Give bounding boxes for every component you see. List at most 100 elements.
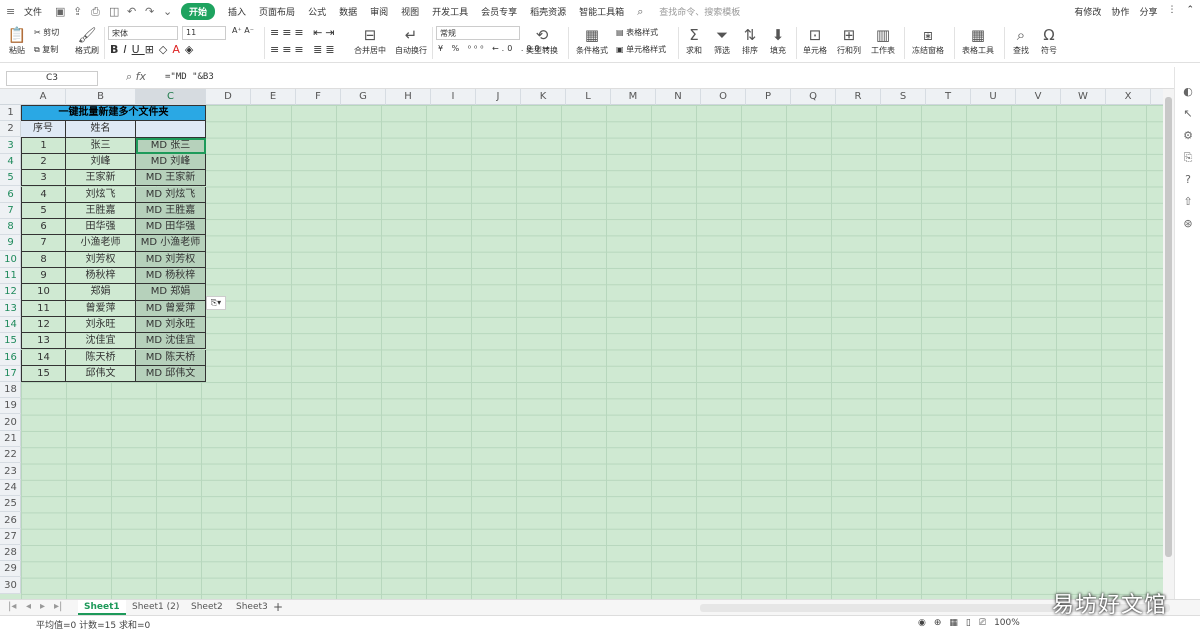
column-header-b[interactable]: B <box>66 89 136 105</box>
worksheet-button[interactable]: ▥ 工作表 <box>868 25 898 56</box>
cell-no[interactable]: 14 <box>21 349 66 366</box>
formula-input[interactable]: ="MD "&B3 <box>165 72 214 82</box>
tag-icon[interactable]: ⊛ <box>1181 217 1195 231</box>
cell-no[interactable]: 15 <box>21 365 66 383</box>
column-header-v[interactable]: V <box>1016 89 1061 105</box>
add-sheet-icon[interactable]: + <box>273 600 283 615</box>
normal-view-icon[interactable]: ▦ <box>949 618 958 628</box>
tab-member[interactable]: 会员专享 <box>481 5 517 18</box>
column-header-x[interactable]: X <box>1106 89 1151 105</box>
command-search[interactable]: 查找命令、搜索模板 <box>659 5 740 18</box>
collapse-ribbon-icon[interactable]: ⌃ <box>1186 5 1194 18</box>
clear-icon[interactable]: ◈ <box>185 43 198 56</box>
row-header-13[interactable]: 13 <box>0 301 21 317</box>
font-grow-icon[interactable]: A⁺ A⁻ <box>232 26 254 35</box>
zoom-icon[interactable]: ⌕ <box>126 70 132 83</box>
row-header-3[interactable]: 3 <box>0 138 21 154</box>
row-header-9[interactable]: 9 <box>0 235 21 252</box>
row-header-10[interactable]: 10 <box>0 252 21 268</box>
zoom-level[interactable]: 100% <box>994 618 1020 628</box>
fill-button[interactable]: ⬇ 填充 <box>766 25 790 56</box>
tab-review[interactable]: 审阅 <box>370 5 388 18</box>
symbol-button[interactable]: Ω 符号 <box>1036 25 1062 56</box>
cell-name[interactable]: 刘芳权 <box>66 251 136 268</box>
cell-md-command[interactable]: MD 陈天桥 <box>136 349 206 366</box>
row-header-8[interactable]: 8 <box>0 219 21 236</box>
column-header-f[interactable]: F <box>296 89 341 105</box>
cell-name[interactable]: 陈天桥 <box>66 349 136 366</box>
save-icon[interactable]: ▣ <box>55 5 67 18</box>
wrap-text-button[interactable]: ↵ 自动换行 <box>394 25 428 56</box>
find-button[interactable]: ⌕ 查找 <box>1008 25 1034 56</box>
cell-style-button[interactable]: ▣ 单元格样式 <box>616 44 666 55</box>
row-header-18[interactable]: 18 <box>0 382 21 399</box>
row-header-1[interactable]: 1 <box>0 105 21 121</box>
paste-button[interactable]: 📋 粘贴 <box>6 25 28 56</box>
cell-name[interactable]: 王家新 <box>66 170 136 187</box>
header-name[interactable]: 姓名 <box>66 121 136 138</box>
row-header-19[interactable]: 19 <box>0 398 21 415</box>
preview-icon[interactable]: ◫ <box>109 5 121 18</box>
cell-no[interactable]: 10 <box>21 284 66 301</box>
format-painter-button[interactable]: 🖌 格式刷 <box>74 25 100 56</box>
select-icon[interactable]: ↖ <box>1181 107 1195 121</box>
share-icon[interactable]: ⇧ <box>1181 195 1195 209</box>
help-icon[interactable]: ? <box>1181 173 1195 187</box>
cell-md-command[interactable]: MD 刘炫飞 <box>136 186 206 203</box>
font-color-icon[interactable]: A <box>172 43 185 56</box>
row-header-11[interactable]: 11 <box>0 268 21 284</box>
cell-no[interactable]: 7 <box>21 235 66 252</box>
column-header-i[interactable]: I <box>431 89 476 105</box>
collab-button[interactable]: 协作 <box>1111 5 1129 18</box>
tab-start[interactable]: 开始 <box>181 3 216 20</box>
filter-button[interactable]: ⏷ 筛选 <box>710 25 734 56</box>
column-header-o[interactable]: O <box>701 89 746 105</box>
cell-md-command[interactable]: MD 邱伟文 <box>136 365 206 383</box>
row-header-25[interactable]: 25 <box>0 496 21 513</box>
cell-name[interactable]: 小渔老师 <box>66 235 136 252</box>
bold-icon[interactable]: B <box>110 43 123 56</box>
row-header-4[interactable]: 4 <box>0 154 21 170</box>
row-header-27[interactable]: 27 <box>0 529 21 545</box>
paste-options-icon[interactable]: ⎘▾ <box>206 296 226 310</box>
cell-md-command[interactable]: MD 王家新 <box>136 170 206 187</box>
redo-icon[interactable]: ↷ <box>145 5 157 18</box>
font-size-select[interactable]: 11 <box>182 26 226 40</box>
cell-no[interactable]: 13 <box>21 333 66 350</box>
tab-sheet1[interactable]: Sheet1 <box>78 600 126 615</box>
eye-icon[interactable]: ◉ <box>918 618 926 628</box>
tab-sheet2[interactable]: Sheet2 <box>191 600 223 615</box>
cell-name[interactable]: 刘炫飞 <box>66 186 136 203</box>
column-header-u[interactable]: U <box>971 89 1016 105</box>
cell-name[interactable]: 刘峰 <box>66 153 136 171</box>
tab-docer[interactable]: 稻壳资源 <box>530 5 566 18</box>
tab-smart-tools[interactable]: 智能工具箱 <box>579 5 624 18</box>
vertical-scrollbar[interactable] <box>1163 89 1174 599</box>
cell-no[interactable]: 12 <box>21 316 66 334</box>
column-header-c[interactable]: C <box>136 89 206 105</box>
fill-color-icon[interactable]: ◇ <box>159 43 172 56</box>
row-header-26[interactable]: 26 <box>0 513 21 529</box>
row-header-7[interactable]: 7 <box>0 203 21 219</box>
cell-area[interactable]: 一键批量新建多个文件夹 序号 姓名 1 张三 MD 张三 2 刘峰 MD 刘峰 3 王家新 MD 王家… <box>21 105 1163 599</box>
font-name-select[interactable]: 宋体 <box>108 26 178 40</box>
row-header-21[interactable]: 21 <box>0 431 21 447</box>
column-header-k[interactable]: K <box>521 89 566 105</box>
header-no[interactable]: 序号 <box>21 121 66 138</box>
cell-name[interactable]: 田华强 <box>66 219 136 236</box>
column-header-t[interactable]: T <box>926 89 971 105</box>
more-icon[interactable]: ⌄ <box>163 5 175 18</box>
reading-view-icon[interactable]: ⎚ <box>979 618 986 628</box>
align-horizontal-icons[interactable]: ≡≡≡ ≣≣ <box>270 43 338 56</box>
more-options-icon[interactable]: ⋮ <box>1167 5 1176 18</box>
has-changes-button[interactable]: 有修改 <box>1074 5 1101 18</box>
next-sheet-icon[interactable]: ▸ <box>40 601 45 612</box>
settings-icon[interactable]: ⚙ <box>1181 129 1195 143</box>
sum-button[interactable]: Σ 求和 <box>682 25 706 56</box>
column-header-h[interactable]: H <box>386 89 431 105</box>
row-header-17[interactable]: 17 <box>0 366 21 382</box>
row-header-22[interactable]: 22 <box>0 447 21 464</box>
type-convert-button[interactable]: ⟲ 类型转换 <box>522 25 562 56</box>
row-header-30[interactable]: 30 <box>0 578 21 594</box>
tab-sheet3[interactable]: Sheet3 <box>236 600 268 615</box>
